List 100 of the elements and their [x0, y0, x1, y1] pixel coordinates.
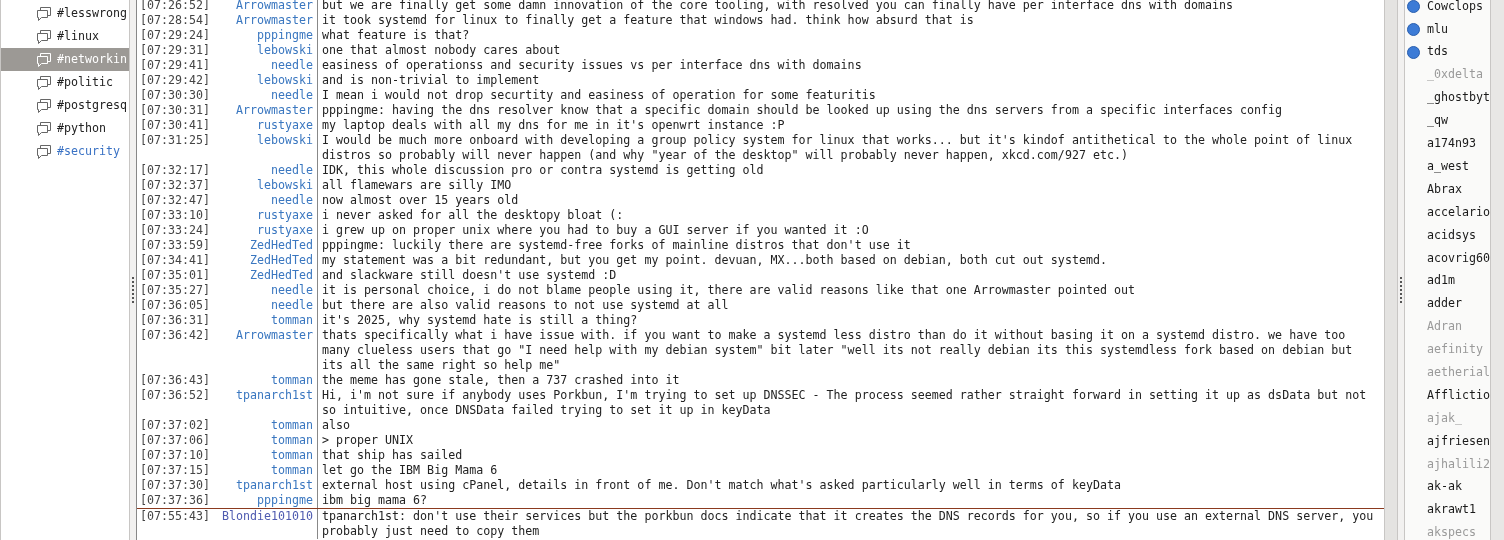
- speech-bubble-icon: [37, 29, 52, 44]
- user-name[interactable]: _0xdelta: [1427, 66, 1484, 84]
- timestamp: [07:36:52]: [140, 388, 211, 404]
- nickname[interactable]: pppingme: [256, 493, 313, 508]
- user-name[interactable]: acovrig60: [1427, 249, 1490, 267]
- nickname[interactable]: tomman: [270, 313, 313, 328]
- nickname[interactable]: tpanarch1st: [235, 478, 313, 493]
- user-name[interactable]: _ghostbyt: [1427, 89, 1490, 107]
- timestamp: [07:32:37]: [140, 178, 211, 193]
- timestamp: [07:33:24]: [140, 223, 211, 238]
- nickname[interactable]: needle: [270, 163, 313, 178]
- channel-item[interactable]: #security: [1, 140, 129, 163]
- channel-item[interactable]: #linux: [1, 25, 129, 48]
- user-name[interactable]: a174n93: [1427, 135, 1477, 153]
- nickname[interactable]: needle: [270, 88, 313, 103]
- nickname[interactable]: Arrowmaster: [235, 103, 313, 118]
- nickname[interactable]: tomman: [270, 373, 313, 388]
- speech-bubble-icon: [37, 52, 52, 67]
- timestamp: [07:29:41]: [140, 58, 211, 73]
- channel-item[interactable]: #python: [1, 117, 129, 140]
- nickname[interactable]: lebowski: [256, 178, 313, 193]
- timestamp: [07:36:42]: [140, 328, 211, 344]
- user-name[interactable]: ad1m: [1427, 272, 1456, 290]
- timestamp: [07:30:30]: [140, 88, 211, 103]
- speech-bubble-icon: [37, 98, 52, 113]
- nickname[interactable]: lebowski: [256, 43, 313, 58]
- user-name[interactable]: Abrax: [1427, 180, 1463, 199]
- user-name[interactable]: a_west: [1427, 157, 1470, 176]
- timestamp: [07:36:43]: [140, 373, 211, 388]
- channel-item[interactable]: #postgresq: [1, 94, 129, 117]
- scrollbar[interactable]: [1384, 0, 1398, 540]
- user-name[interactable]: akspecs: [1427, 524, 1477, 540]
- timestamp: [07:55:43]: [140, 509, 211, 525]
- nickname[interactable]: needle: [270, 58, 313, 73]
- nickname[interactable]: lebowski: [256, 133, 313, 163]
- timestamp: [07:32:47]: [140, 193, 211, 208]
- timestamp: [07:29:42]: [140, 73, 211, 88]
- timestamp: [07:34:41]: [140, 253, 211, 268]
- nickname[interactable]: rustyaxe: [256, 208, 313, 223]
- channel-item[interactable]: #networkin: [1, 48, 129, 71]
- timestamp: [07:31:25]: [140, 133, 211, 149]
- user-name[interactable]: accelario: [1427, 203, 1490, 222]
- nickname[interactable]: Arrowmaster: [235, 0, 313, 13]
- timestamp: [07:30:31]: [140, 103, 211, 118]
- timestamp: [07:33:59]: [140, 238, 211, 253]
- scrollbar[interactable]: [1490, 0, 1504, 540]
- timestamp: [07:33:10]: [140, 208, 211, 223]
- nickname[interactable]: tomman: [270, 433, 313, 448]
- nickname[interactable]: ZedHedTed: [249, 268, 313, 283]
- nickname[interactable]: ZedHedTed: [249, 238, 313, 253]
- user-name[interactable]: _qw: [1427, 112, 1449, 130]
- timestamp: [07:28:54]: [140, 13, 211, 28]
- nickname[interactable]: pppingme: [256, 28, 313, 43]
- user-name[interactable]: aetherial: [1427, 363, 1490, 382]
- user-name[interactable]: tds: [1427, 43, 1449, 61]
- timestamp: [07:30:41]: [140, 118, 211, 133]
- timestamp: [07:35:01]: [140, 268, 211, 283]
- timestamp: [07:37:06]: [140, 433, 211, 448]
- user-name[interactable]: Cowclops: [1427, 0, 1484, 16]
- user-name[interactable]: ajhalili2: [1427, 455, 1490, 473]
- user-name[interactable]: Afflictio: [1427, 386, 1490, 405]
- nickname[interactable]: needle: [270, 193, 313, 208]
- user-name[interactable]: ajak_: [1427, 409, 1463, 428]
- user-name[interactable]: Adran: [1427, 318, 1463, 336]
- user-name[interactable]: acidsys: [1427, 226, 1477, 245]
- nickname[interactable]: tomman: [270, 418, 313, 433]
- nickname[interactable]: needle: [270, 298, 313, 313]
- nickname[interactable]: Arrowmaster: [235, 328, 313, 373]
- timestamp: [07:35:27]: [140, 283, 211, 298]
- timestamp: [07:37:15]: [140, 463, 211, 478]
- speech-bubble-icon: [37, 121, 52, 136]
- nickname[interactable]: rustyaxe: [256, 223, 313, 238]
- grip-handle-icon[interactable]: [132, 277, 134, 303]
- nickname[interactable]: ZedHedTed: [249, 253, 313, 268]
- user-name[interactable]: ajfriesen: [1427, 432, 1490, 451]
- channel-item[interactable]: #politic: [1, 71, 129, 94]
- channel-item[interactable]: #lesswrong: [1, 2, 129, 25]
- grip-handle-icon[interactable]: [1400, 277, 1402, 303]
- speech-bubble-icon: [37, 6, 52, 21]
- nickname[interactable]: rustyaxe: [256, 118, 313, 133]
- nickname[interactable]: tomman: [270, 448, 313, 463]
- user-name[interactable]: ak-ak: [1427, 478, 1463, 496]
- timestamp: [07:36:05]: [140, 298, 211, 313]
- nickname[interactable]: Arrowmaster: [235, 13, 313, 28]
- nickname[interactable]: tomman: [270, 463, 313, 478]
- user-name[interactable]: adder: [1427, 295, 1463, 313]
- user-name[interactable]: aefinity: [1427, 341, 1484, 359]
- user-name[interactable]: akrawt1: [1427, 501, 1477, 519]
- timestamp: [07:29:31]: [140, 43, 211, 58]
- timestamp: [07:36:31]: [140, 313, 211, 328]
- timestamp: [07:37:30]: [140, 478, 211, 493]
- speech-bubble-icon: [37, 75, 52, 90]
- nickname[interactable]: Blondie101010: [221, 509, 313, 539]
- speech-bubble-icon: [37, 144, 52, 159]
- nickname[interactable]: needle: [270, 283, 313, 298]
- timestamp: [07:32:17]: [140, 163, 211, 178]
- user-name[interactable]: mlu: [1427, 20, 1449, 39]
- nickname[interactable]: lebowski: [256, 73, 313, 88]
- nickname[interactable]: tpanarch1st: [235, 388, 313, 418]
- timestamp: [07:37:36]: [140, 493, 211, 508]
